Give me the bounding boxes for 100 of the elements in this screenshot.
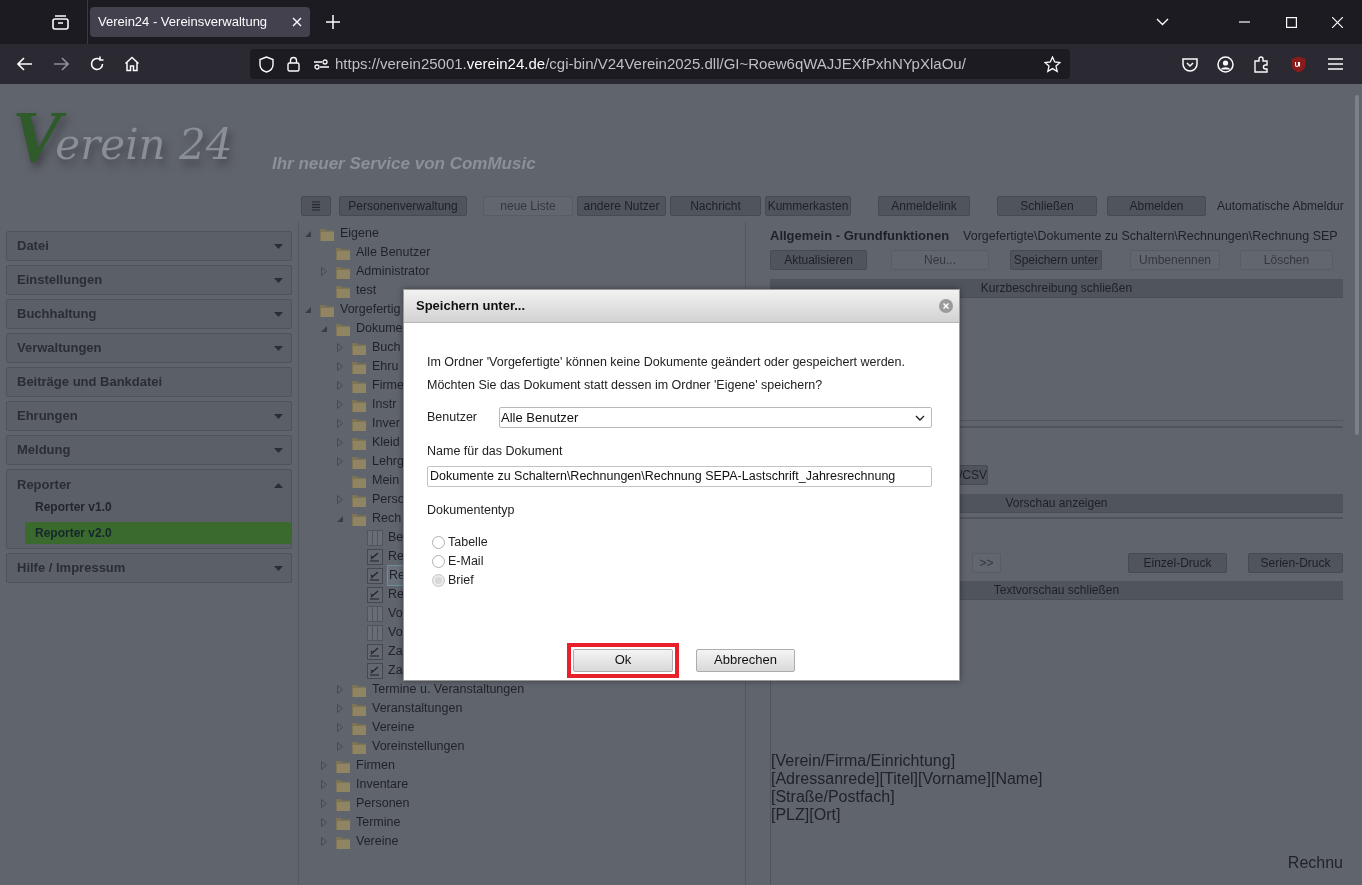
address-bar[interactable]: https://verein25001.verein24.de/cgi-bin/V24Verein2025.dll/GI~Roew6qWAJJEXfPxhNYpXlaOu/ xyxy=(250,49,1070,79)
tree-item[interactable]: Voreinstellungen xyxy=(371,737,466,756)
tree-item[interactable]: Vereine xyxy=(371,718,416,737)
name-field[interactable]: Dokumente zu Schaltern\Rechnungen\Rechnung SEPA-Lastschrift_Jahresrechnung xyxy=(427,465,932,487)
collapsed-icon[interactable] xyxy=(337,742,343,751)
button[interactable]: >> xyxy=(972,553,1001,573)
tree-item[interactable]: Veranstaltungen xyxy=(371,699,464,718)
tree-item[interactable]: Kleid xyxy=(371,433,401,452)
chevron-down-icon[interactable] xyxy=(1156,18,1169,26)
tree-item[interactable]: Za xyxy=(387,642,404,661)
radio-button[interactable] xyxy=(432,535,445,549)
collapsed-icon[interactable] xyxy=(321,818,327,827)
dialog-button[interactable]: Ok xyxy=(573,648,673,672)
expanded-icon[interactable] xyxy=(337,515,343,522)
preview-line: [Straße/Postfach] xyxy=(771,788,896,806)
tree-item[interactable]: Personen xyxy=(355,794,411,813)
tree-item[interactable]: Vorgefertig xyxy=(339,300,402,319)
tree-item[interactable]: Re xyxy=(387,585,405,604)
tree-item[interactable]: Rech xyxy=(371,509,403,528)
collapsed-icon[interactable] xyxy=(337,400,343,409)
tree-item[interactable]: Firme xyxy=(371,376,405,395)
field-label: Dokumententyp xyxy=(427,501,516,519)
shield-icon[interactable] xyxy=(1291,55,1306,73)
tree-item[interactable]: Eigene xyxy=(339,224,380,243)
account-icon[interactable] xyxy=(1217,55,1234,73)
tree-item[interactable]: Be xyxy=(387,528,405,547)
close-icon[interactable] xyxy=(1332,16,1343,28)
collapsed-icon[interactable] xyxy=(321,799,327,808)
tree-item[interactable]: Inver xyxy=(371,414,401,433)
tree-item[interactable]: Lehrg xyxy=(371,452,405,471)
field-label: Name für das Dokument xyxy=(427,443,564,460)
plus-icon[interactable] xyxy=(326,15,340,29)
shield-icon[interactable] xyxy=(259,55,274,73)
reload-icon[interactable] xyxy=(89,56,105,72)
maximize-icon[interactable] xyxy=(1286,16,1297,28)
tree-item[interactable]: Ehru xyxy=(371,357,400,376)
close-icon[interactable] xyxy=(292,17,302,27)
home-icon[interactable] xyxy=(124,56,140,72)
tree-item[interactable]: Administrator xyxy=(355,262,431,281)
tree-item[interactable]: test xyxy=(355,281,378,300)
expanded-icon[interactable] xyxy=(321,325,327,332)
expanded-icon[interactable] xyxy=(305,230,311,237)
pocket-icon[interactable] xyxy=(1182,56,1198,72)
back-icon[interactable] xyxy=(17,57,33,71)
collapsed-icon[interactable] xyxy=(321,761,327,770)
browser-tab[interactable]: Verein24 - Vereinsverwaltung xyxy=(90,7,310,37)
tree-item[interactable]: Inventare xyxy=(355,775,410,794)
collapsed-icon[interactable] xyxy=(337,419,343,428)
tree-item[interactable]: Firmen xyxy=(355,756,396,775)
tree-item[interactable]: Vo xyxy=(387,623,404,642)
menu-icon[interactable] xyxy=(1328,58,1343,70)
minimize-icon[interactable] xyxy=(1239,21,1250,23)
forward-icon[interactable] xyxy=(53,57,69,71)
radio-label: Brief xyxy=(448,571,474,589)
chevron-down-icon xyxy=(915,414,925,421)
tree-item[interactable]: Termine xyxy=(355,813,402,832)
tree-item[interactable]: Alle Benutzer xyxy=(355,243,432,262)
auto-logout-text: Automatische Abmeldur xyxy=(1217,198,1344,215)
permissions-icon[interactable] xyxy=(314,58,329,70)
tree-item[interactable]: Dokume xyxy=(355,319,404,338)
user-select[interactable]: Alle Benutzer xyxy=(499,407,932,428)
collapsed-icon[interactable] xyxy=(337,495,343,504)
menu-button[interactable] xyxy=(301,196,331,216)
tab-list-icon[interactable] xyxy=(52,14,69,30)
tree-item[interactable]: Za xyxy=(387,661,404,680)
sidebar-subitem[interactable]: Reporter v2.0 xyxy=(25,522,291,544)
tree-item[interactable]: Mein xyxy=(371,471,401,490)
radio-button[interactable] xyxy=(432,573,445,587)
field-label: Benutzer xyxy=(427,409,479,427)
tree-item[interactable]: Vo xyxy=(387,604,404,623)
sidebar-subitem[interactable]: Reporter v1.0 xyxy=(25,496,291,518)
pen-icon xyxy=(367,548,383,565)
collapsed-icon[interactable] xyxy=(337,343,343,352)
expanded-icon[interactable] xyxy=(305,306,311,313)
collapsed-icon[interactable] xyxy=(337,723,343,732)
collapsed-icon[interactable] xyxy=(337,381,343,390)
collapsed-icon[interactable] xyxy=(337,438,343,447)
preview-heading: Rechnu xyxy=(1287,854,1343,872)
collapsed-icon[interactable] xyxy=(337,362,343,371)
collapsed-icon[interactable] xyxy=(321,837,327,846)
preview-line: [Adressanrede][Titel][Vorname][Name] xyxy=(771,770,1044,788)
tree-item[interactable]: Instr xyxy=(371,395,398,414)
star-icon[interactable] xyxy=(1044,55,1061,73)
table-icon xyxy=(367,624,383,641)
panel-title: Allgemein - Grundfunktionen xyxy=(770,227,950,245)
tree-item[interactable]: Re xyxy=(387,547,405,566)
collapsed-icon[interactable] xyxy=(321,267,327,276)
collapsed-icon[interactable] xyxy=(337,704,343,713)
pen-icon xyxy=(367,662,383,679)
collapsed-icon[interactable] xyxy=(337,685,343,694)
tree-item[interactable]: Termine u. Veranstaltungen xyxy=(371,680,526,699)
collapsed-icon[interactable] xyxy=(321,780,327,789)
lock-icon[interactable] xyxy=(287,56,300,72)
collapsed-icon[interactable] xyxy=(337,457,343,466)
tree-item[interactable]: Buch xyxy=(371,338,402,357)
radio-button[interactable] xyxy=(432,554,445,568)
tree-item[interactable]: Vereine xyxy=(355,832,400,851)
table-icon xyxy=(367,529,383,546)
puzzle-icon[interactable] xyxy=(1254,55,1270,73)
dialog-button[interactable]: Abbrechen xyxy=(696,648,795,672)
